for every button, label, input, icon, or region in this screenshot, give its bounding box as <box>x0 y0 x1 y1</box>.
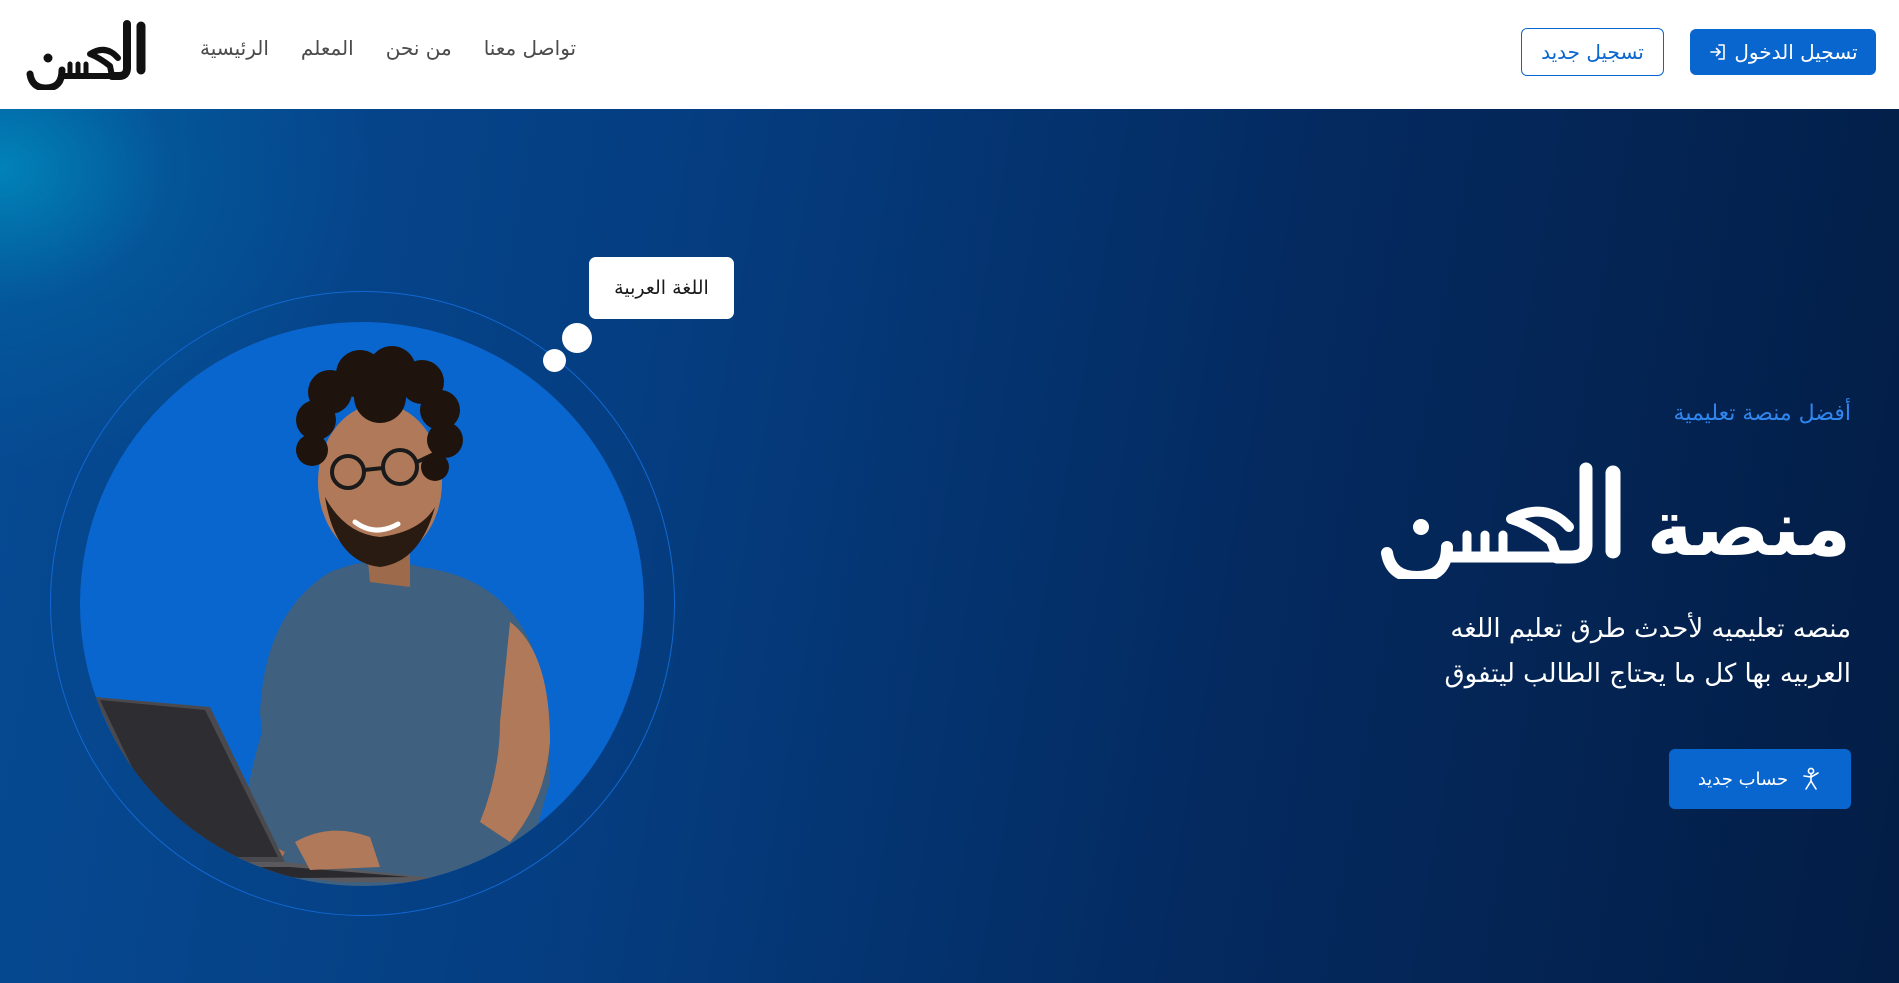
nav-link-home[interactable]: الرئيسية <box>200 36 269 60</box>
speech-bubble: اللغة العربية <box>589 257 734 319</box>
hero-tagline: أفضل منصة تعليمية <box>1673 401 1851 426</box>
hero-text-block: أفضل منصة تعليمية منصة منصه تعليميه لأحد… <box>1291 399 1851 697</box>
main-nav: الرئيسية المعلم من نحن تواصل معنا <box>200 36 576 60</box>
nav-link-teacher[interactable]: المعلم <box>301 36 354 60</box>
person-icon <box>1803 767 1819 790</box>
thought-dot-small <box>543 349 566 372</box>
new-account-button-label: حساب جديد <box>1697 768 1789 790</box>
hero-description-line-1: منصه تعليميه لأحدث طرق تعليم اللغه <box>1450 614 1851 644</box>
nav-link-contact[interactable]: تواصل معنا <box>484 36 576 60</box>
sign-in-icon <box>1710 44 1726 60</box>
nav-link-about[interactable]: من نحن <box>386 36 452 60</box>
speech-bubble-text: اللغة العربية <box>614 277 709 299</box>
navbar: الرئيسية المعلم من نحن تواصل معنا تسجيل … <box>0 0 1899 109</box>
new-account-button[interactable]: حساب جديد <box>1669 749 1851 809</box>
login-button[interactable]: تسجيل الدخول <box>1690 29 1876 75</box>
hero-description-line-2: العربيه بها كل ما يحتاج الطالب ليتفوق <box>1444 659 1852 689</box>
site-logo[interactable] <box>26 18 152 92</box>
thought-dot-large <box>562 323 592 353</box>
logo-calligraphy-icon <box>26 20 146 92</box>
hero-title-prefix: منصة <box>1646 484 1851 574</box>
hero-section: اللغة العربية أفضل منصة تعليمية منصة منص… <box>0 109 1899 983</box>
student-with-laptop-illustration <box>95 346 550 886</box>
hero-description: منصه تعليميه لأحدث طرق تعليم اللغه العرب… <box>1291 607 1852 697</box>
hero-photo <box>80 322 644 886</box>
register-button[interactable]: تسجيل جديد <box>1521 28 1664 76</box>
hero-title-logo-icon <box>1380 462 1621 579</box>
hero-title: منصة <box>1291 461 1851 579</box>
login-button-label: تسجيل الدخول <box>1734 40 1858 64</box>
register-button-label: تسجيل جديد <box>1541 40 1644 64</box>
